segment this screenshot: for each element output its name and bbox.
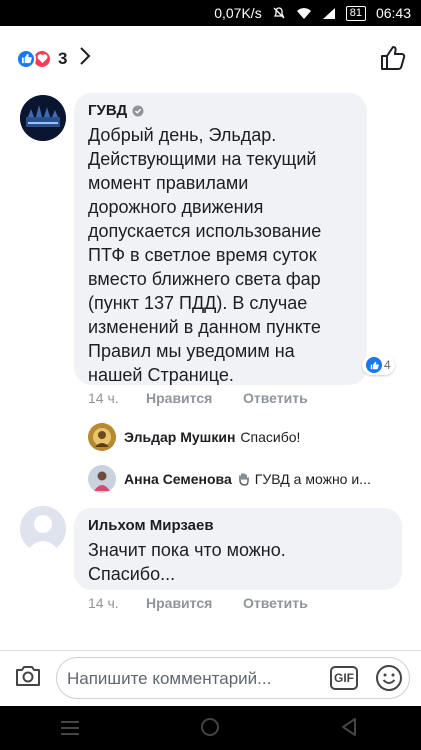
comment-time: 14 ч. bbox=[88, 390, 119, 406]
comment-text: Добрый день, Эльдар. Действующими на тек… bbox=[88, 123, 363, 387]
comment-line: Действующими на текущий bbox=[88, 149, 317, 169]
reply-author[interactable]: Анна Семенова bbox=[124, 471, 232, 487]
comments-header: 3 bbox=[0, 26, 421, 88]
comment-line: нашей Странице. bbox=[88, 365, 234, 385]
comment-line: Значит пока что можно. bbox=[88, 540, 286, 560]
comment-line: вместо ближнего света фар bbox=[88, 269, 321, 289]
comment-line: Спасибо... bbox=[88, 564, 176, 584]
mute-icon bbox=[272, 6, 286, 20]
reply-text: ГУВД а можно и... bbox=[254, 471, 371, 487]
avatar[interactable] bbox=[20, 95, 66, 141]
comment-placeholder: Напишите комментарий... bbox=[67, 669, 272, 688]
comment-line: допускается использование bbox=[88, 221, 322, 241]
reaction-count: 3 bbox=[58, 48, 68, 68]
reply[interactable]: Эльдар Мушкин Спасибо! bbox=[124, 429, 300, 445]
menu-icon[interactable] bbox=[60, 720, 80, 741]
reply-link[interactable]: Ответить bbox=[243, 390, 308, 406]
wifi-icon bbox=[296, 7, 312, 20]
network-speed: 0,07K/s bbox=[214, 5, 262, 21]
comment-line: ПТФ в светлое время суток bbox=[88, 245, 317, 265]
comment-bubble[interactable]: Ильхом Мирзаев Значит пока что можно. Сп… bbox=[74, 508, 402, 590]
chevron-right-icon[interactable] bbox=[79, 46, 91, 71]
clock: 06:43 bbox=[375, 5, 411, 21]
reactions-summary[interactable]: 3 bbox=[16, 46, 91, 71]
reply-avatar[interactable] bbox=[88, 423, 116, 451]
comment-line: изменений в данном пункте bbox=[88, 317, 321, 337]
comment-line: дорожного движения bbox=[88, 197, 264, 217]
like-link[interactable]: Нравится bbox=[146, 595, 212, 611]
back-icon[interactable] bbox=[340, 717, 358, 742]
comment-time: 14 ч. bbox=[88, 595, 119, 611]
gif-button[interactable]: GIF bbox=[330, 666, 358, 690]
emoji-icon[interactable] bbox=[375, 664, 403, 697]
reply-author[interactable]: Эльдар Мушкин bbox=[124, 429, 235, 445]
comment-text: Значит пока что можно. Спасибо... bbox=[88, 538, 398, 586]
comment-line: момент правилами bbox=[88, 173, 249, 193]
signal-icon bbox=[322, 7, 336, 20]
like-outline-icon[interactable] bbox=[379, 44, 407, 77]
verified-badge-icon bbox=[132, 105, 144, 117]
reply-link[interactable]: Ответить bbox=[243, 595, 308, 611]
reply[interactable]: Анна Семенова ГУВД а можно и... bbox=[124, 471, 371, 487]
navigation-bar bbox=[0, 706, 421, 750]
comment-composer: Напишите комментарий... GIF bbox=[0, 650, 421, 706]
home-icon[interactable] bbox=[200, 717, 220, 742]
avatar[interactable] bbox=[20, 506, 66, 552]
comment-line: (пункт 137 ПДД). В случае bbox=[88, 293, 308, 313]
battery-indicator: 81 bbox=[345, 5, 366, 21]
comment-author[interactable]: Ильхом Мирзаев bbox=[88, 517, 214, 534]
like-reaction-icon bbox=[366, 357, 382, 373]
like-link[interactable]: Нравится bbox=[146, 390, 212, 406]
reply-avatar[interactable] bbox=[88, 465, 116, 493]
reply-text: Спасибо! bbox=[240, 429, 301, 445]
comment-line: Правил мы уведомим на bbox=[88, 341, 295, 361]
comment-bubble[interactable]: ГУВД Добрый день, Эльдар. Действующими н… bbox=[74, 93, 367, 385]
like-reaction-icon bbox=[16, 48, 36, 69]
comment-author[interactable]: ГУВД bbox=[88, 102, 127, 119]
likes-count: 4 bbox=[384, 358, 391, 372]
comment-likes-badge[interactable]: 4 bbox=[362, 355, 395, 375]
comment-input[interactable]: Напишите комментарий... GIF bbox=[56, 657, 410, 699]
camera-icon[interactable] bbox=[14, 663, 42, 694]
wave-hand-icon bbox=[237, 472, 251, 486]
status-bar: 0,07K/s 81 06:43 bbox=[0, 0, 421, 26]
comment-line: Добрый день, Эльдар. bbox=[88, 125, 277, 145]
